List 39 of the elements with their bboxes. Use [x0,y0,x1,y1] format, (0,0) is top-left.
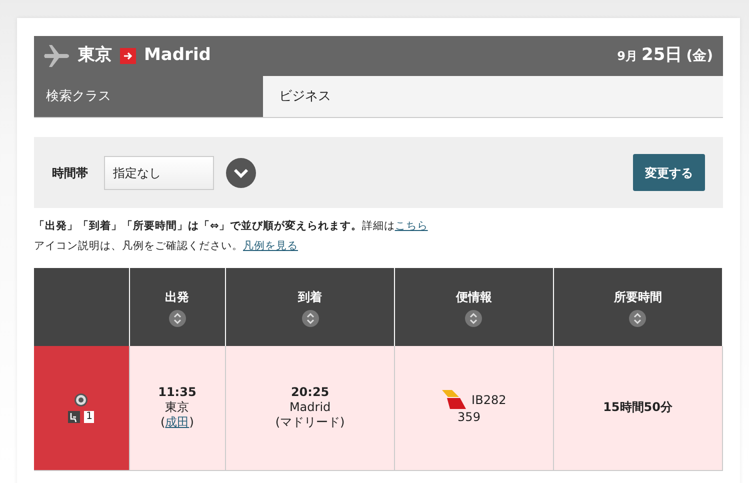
change-button[interactable]: 変更する [633,154,705,191]
destination-city: Madrid [144,44,211,68]
arrival-airport: (マドリード) [274,415,346,430]
seat-icon [68,410,80,423]
aircraft-type: 359 [458,410,480,426]
time-select[interactable]: 指定なし [104,156,214,190]
time-label: 時間帯 [52,164,88,182]
note-text: アイコン説明は、凡例をご確認ください。 [34,240,243,252]
column-header: 出発 [164,288,190,306]
sort-icon[interactable] [465,310,482,326]
departure-city: 東京 [164,400,190,416]
class-label: 検索クラス [46,88,111,106]
date-month: 9月 [617,48,638,66]
note-link[interactable]: 凡例を見る [243,240,298,252]
departure-time: 11:35 [157,385,198,400]
note-text: 「出発」「到着」「所要時間」は「⇔」で並び順が変えられます。詳細は [34,220,395,232]
bracket: ) [189,415,194,430]
arrival-city: Madrid [288,400,332,416]
origin-city: 東京 [78,44,112,68]
column-header: 到着 [296,288,324,306]
radio-button[interactable] [74,392,88,407]
note-link[interactable]: こちら [394,220,428,232]
seat-count: 1 [84,410,94,423]
column-header: 便情報 [454,288,493,306]
column-header: 所要時間 [612,288,663,306]
arrival-time: 20:25 [290,385,330,400]
airline-logo-icon [442,390,468,410]
sort-icon[interactable] [168,310,186,326]
date-weekday: (金) [686,47,713,66]
date-day: 25日 [642,43,682,69]
airplane-icon [44,44,70,68]
duration: 15時間50分 [603,400,672,414]
chevron-down-icon[interactable] [226,158,256,188]
flight-number: IB282 [472,392,506,408]
sort-icon[interactable] [302,310,319,326]
airport-link[interactable]: 成田 [165,415,190,430]
bracket: ( [160,415,166,430]
class-value: ビジネス [279,88,331,106]
sort-icon[interactable] [629,310,646,326]
